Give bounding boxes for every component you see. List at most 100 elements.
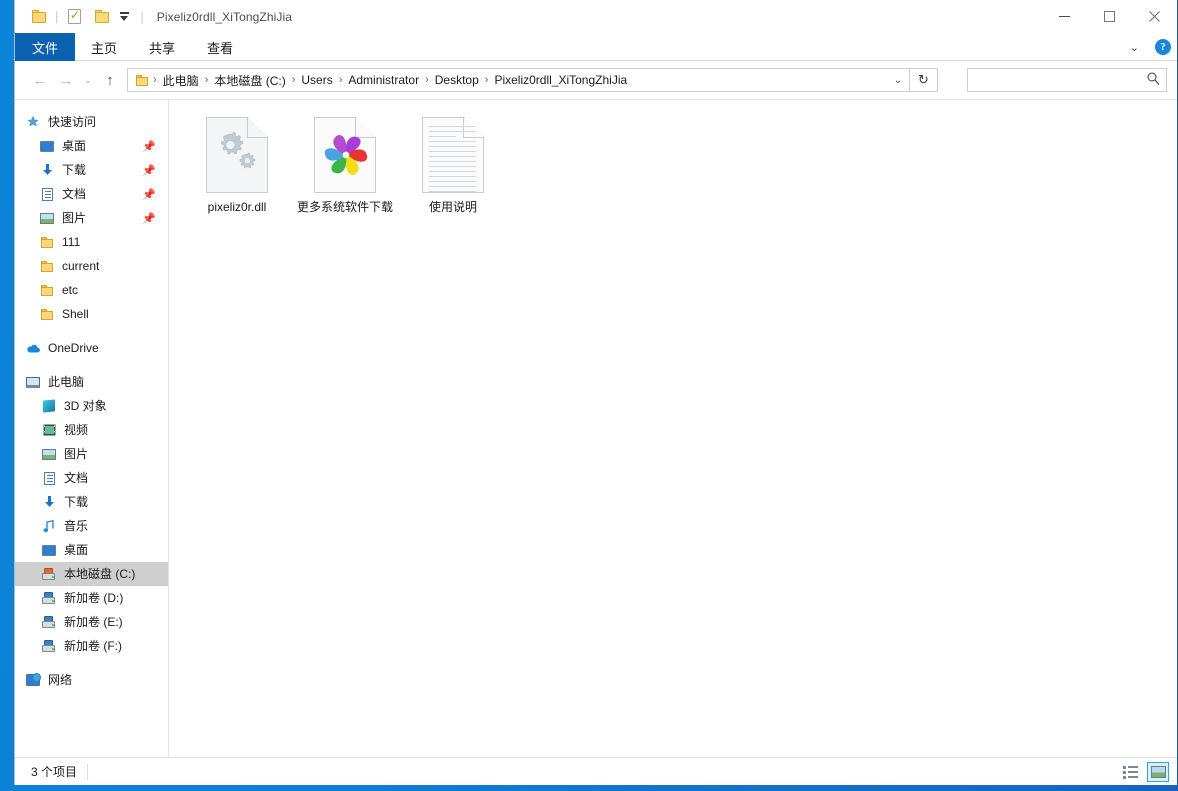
sidebar-item-downloads[interactable]: 下载 <box>15 490 168 514</box>
sidebar-item-etc[interactable]: etc <box>15 278 168 302</box>
address-folder-icon <box>133 74 151 86</box>
sidebar-item-volume-f[interactable]: 新加卷 (F:) <box>15 634 168 658</box>
tab-home[interactable]: 主页 <box>75 33 133 61</box>
file-item[interactable]: 使用说明 <box>399 112 507 221</box>
sidebar-item-desktop-qa[interactable]: 桌面 📌 <box>15 134 168 158</box>
sidebar-item-volume-e[interactable]: 新加卷 (E:) <box>15 610 168 634</box>
qat-divider-2: | <box>140 9 144 24</box>
customize-qat-icon[interactable] <box>113 6 135 28</box>
sidebar-label: 网络 <box>48 673 73 687</box>
sidebar-item-shell[interactable]: Shell <box>15 302 168 326</box>
search-box[interactable] <box>967 68 1167 92</box>
sidebar-label: OneDrive <box>48 341 99 355</box>
sidebar-item-this-pc[interactable]: 此电脑 <box>15 370 168 394</box>
properties-icon[interactable] <box>63 6 85 28</box>
desktop-icon <box>39 544 59 556</box>
documents-icon <box>37 187 57 201</box>
videos-icon <box>39 424 59 436</box>
breadcrumb-separator: › <box>484 74 489 86</box>
sidebar-label: current <box>62 259 100 273</box>
breadcrumb-separator: › <box>425 74 429 86</box>
up-button[interactable]: ↑ <box>97 67 123 93</box>
sidebar-item-pictures-qa[interactable]: 图片 📌 <box>15 206 168 230</box>
tab-file[interactable]: 文件 <box>15 33 76 61</box>
large-icons-view-button[interactable] <box>1147 761 1169 782</box>
breadcrumb-separator: › <box>291 74 296 86</box>
sidebar-item-local-disk-c[interactable]: 本地磁盘 (C:) <box>15 562 168 586</box>
folder-icon[interactable] <box>28 6 50 28</box>
sidebar-item-111[interactable]: 111 <box>15 230 168 254</box>
documents-icon <box>39 471 59 485</box>
sidebar-label: 桌面 <box>62 139 87 153</box>
file-item[interactable]: pixeliz0r.dll <box>183 112 291 221</box>
address-bar[interactable]: › 此电脑 › 本地磁盘 (C:) › Users › Administrato… <box>127 68 910 92</box>
tab-view[interactable]: 查看 <box>191 33 249 61</box>
sidebar-label: 新加卷 (D:) <box>64 591 124 605</box>
search-input[interactable] <box>974 73 1147 87</box>
maximize-button[interactable] <box>1087 0 1132 33</box>
sidebar-item-documents[interactable]: 文档 <box>15 466 168 490</box>
pin-icon[interactable]: 📌 <box>142 188 156 201</box>
sidebar-label: 下载 <box>64 495 89 509</box>
chevron-down-icon[interactable]: ⌄ <box>1124 39 1145 56</box>
sidebar-item-network[interactable]: 网络 <box>15 668 168 692</box>
navigation-pane[interactable]: 快速访问 桌面 📌 下载 📌 文档 📌 图片 📌 111 current etc… <box>15 100 169 757</box>
sidebar-label: 新加卷 (F:) <box>64 639 122 653</box>
pin-icon[interactable]: 📌 <box>142 164 156 177</box>
help-icon[interactable]: ? <box>1155 39 1171 55</box>
tab-share[interactable]: 共享 <box>133 33 191 61</box>
sidebar-item-volume-d[interactable]: 新加卷 (D:) <box>15 586 168 610</box>
music-icon <box>39 519 59 533</box>
details-view-icon <box>1122 765 1138 779</box>
sidebar-gap-1 <box>15 326 168 336</box>
new-folder-icon[interactable] <box>91 6 113 28</box>
sidebar-quick-access-header[interactable]: 快速访问 <box>15 110 168 134</box>
sidebar-label: 文档 <box>62 187 87 201</box>
back-button[interactable]: ← <box>27 67 53 93</box>
sidebar-label: 图片 <box>62 211 87 225</box>
sidebar-item-3d-objects[interactable]: 3D 对象 <box>15 394 168 418</box>
pin-icon[interactable]: 📌 <box>142 212 156 225</box>
sidebar-label: 111 <box>62 235 81 249</box>
sidebar-gap-2 <box>15 360 168 370</box>
sidebar-gap-3 <box>15 658 168 668</box>
breadcrumb-item-1[interactable]: 本地磁盘 (C:) <box>210 70 289 91</box>
sidebar-item-documents-qa[interactable]: 文档 📌 <box>15 182 168 206</box>
breadcrumb-item-0[interactable]: 此电脑 <box>159 70 203 91</box>
file-name: 更多系统软件下载 <box>296 200 393 214</box>
title-bar: | | Pixeliz0rdll_XiTongZhiJia <box>15 0 1177 33</box>
sidebar-item-music[interactable]: 音乐 <box>15 514 168 538</box>
text-document-icon <box>420 116 486 194</box>
search-icon <box>1147 72 1160 88</box>
sidebar-item-current[interactable]: current <box>15 254 168 278</box>
drive-icon <box>39 616 59 628</box>
breadcrumb-item-5[interactable]: Pixeliz0rdll_XiTongZhiJia <box>490 71 631 89</box>
sidebar-item-downloads-qa[interactable]: 下载 📌 <box>15 158 168 182</box>
sidebar-item-desktop[interactable]: 桌面 <box>15 538 168 562</box>
breadcrumb-item-3[interactable]: Administrator <box>344 71 423 89</box>
item-count-label: 3 个项目 <box>31 765 78 779</box>
close-button[interactable] <box>1132 0 1177 33</box>
sidebar-label: 桌面 <box>64 543 89 557</box>
forward-button[interactable]: → <box>53 67 79 93</box>
folder-icon <box>37 260 57 272</box>
sidebar-label: 新加卷 (E:) <box>64 615 123 629</box>
folder-icon <box>37 308 57 320</box>
sidebar-item-onedrive[interactable]: OneDrive <box>15 336 168 360</box>
drive-icon <box>39 592 59 604</box>
sidebar-item-pictures[interactable]: 图片 <box>15 442 168 466</box>
sidebar-item-videos[interactable]: 视频 <box>15 418 168 442</box>
ribbon-right-controls: ⌄ ? <box>1124 33 1171 61</box>
details-view-button[interactable] <box>1119 762 1141 782</box>
address-dropdown-icon[interactable]: ⌄ <box>887 75 909 86</box>
file-item[interactable]: 更多系统软件下载 <box>291 112 399 221</box>
file-list-pane[interactable]: pixeliz0r.dll 更多系统软件下载 使用说明 <box>169 100 1177 757</box>
explorer-body: 快速访问 桌面 📌 下载 📌 文档 📌 图片 📌 111 current etc… <box>15 99 1177 757</box>
refresh-button[interactable]: ↻ <box>910 68 938 92</box>
file-name: 使用说明 <box>428 200 477 214</box>
recent-locations-icon[interactable]: ⌄ <box>79 67 97 93</box>
minimize-button[interactable] <box>1042 0 1087 33</box>
breadcrumb-item-4[interactable]: Desktop <box>431 71 483 89</box>
pin-icon[interactable]: 📌 <box>142 140 156 153</box>
breadcrumb-item-2[interactable]: Users <box>297 71 336 89</box>
